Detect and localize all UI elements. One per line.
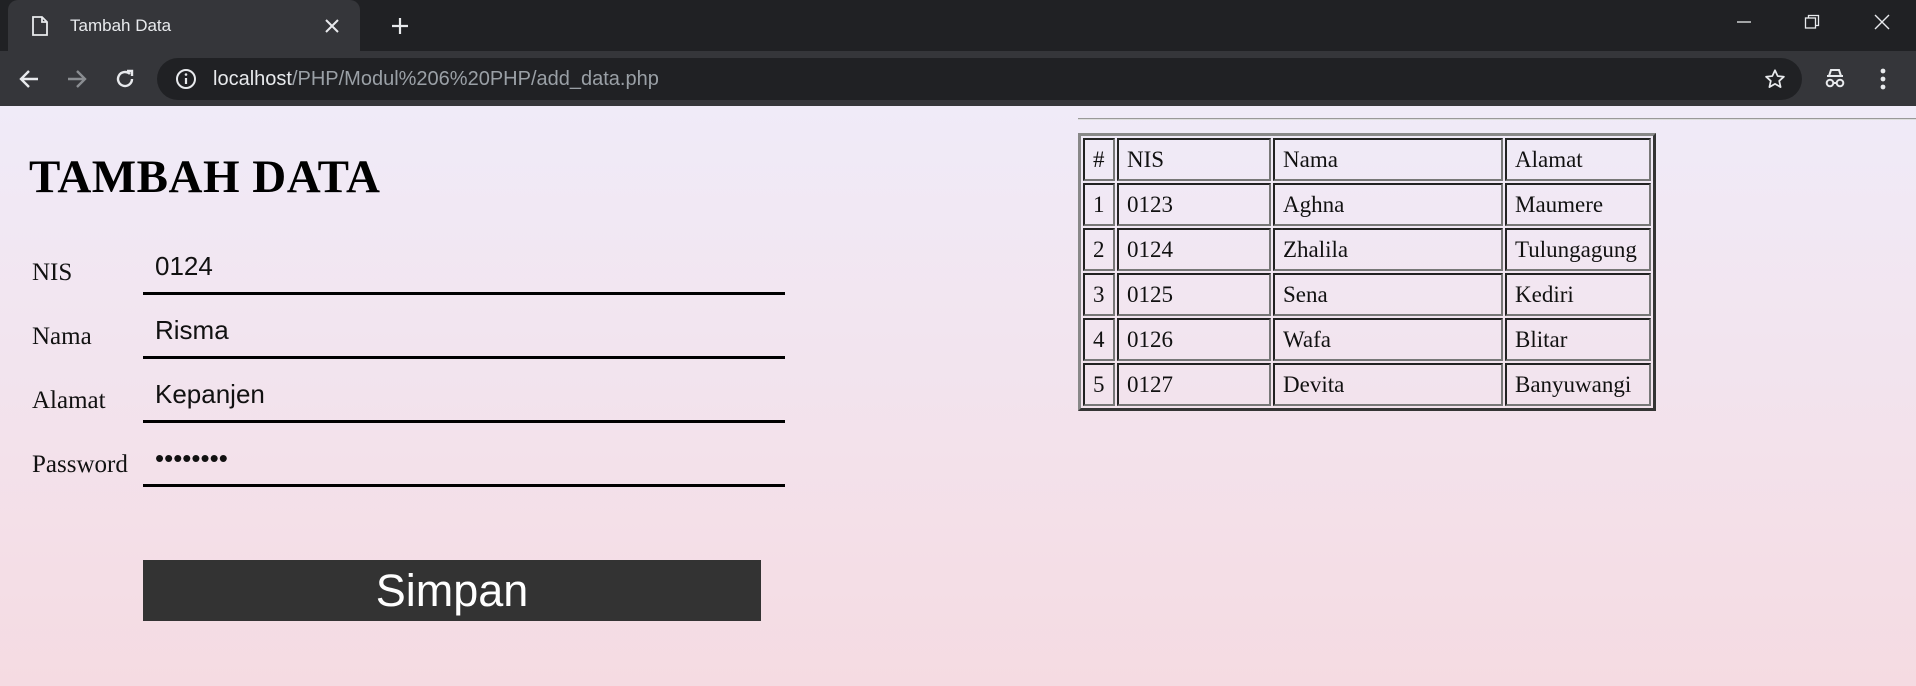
header-cell: # [1083,138,1115,181]
table-cell: 1 [1083,183,1115,226]
table-row: 2 0124 Zhalila Tulungagung [1083,228,1651,271]
page-content: TAMBAH DATA NIS Nama Alamat Password Sim… [0,106,1916,686]
document-icon [30,15,50,37]
restore-icon[interactable] [1782,0,1842,44]
table-cell: 0124 [1117,228,1271,271]
minimize-icon[interactable] [1714,0,1774,44]
table-cell: 4 [1083,318,1115,361]
table-row: 4 0126 Wafa Blitar [1083,318,1651,361]
table-row: 5 0127 Devita Banyuwangi [1083,363,1651,406]
header-cell: Nama [1273,138,1503,181]
back-icon[interactable] [14,64,44,94]
forward-icon[interactable] [62,64,92,94]
simpan-button[interactable]: Simpan [143,560,761,621]
address-bar[interactable]: localhost/PHP/Modul%206%20PHP/add_data.p… [157,58,1802,100]
browser-toolbar: localhost/PHP/Modul%206%20PHP/add_data.p… [0,51,1916,106]
nis-input[interactable] [143,241,785,295]
url-text: localhost/PHP/Modul%206%20PHP/add_data.p… [213,68,659,91]
nama-input[interactable] [143,305,785,359]
alamat-label: Alamat [32,387,106,414]
header-cell: NIS [1117,138,1271,181]
table-cell: Sena [1273,273,1503,316]
close-window-icon[interactable] [1852,0,1912,44]
info-icon[interactable] [173,66,199,92]
table-cell: 5 [1083,363,1115,406]
table-cell: Maumere [1505,183,1651,226]
table-cell: Zhalila [1273,228,1503,271]
table-cell: 3 [1083,273,1115,316]
nama-label: Nama [32,323,92,350]
table-cell: Devita [1273,363,1503,406]
horizontal-rule [1078,118,1916,120]
url-path: /PHP/Modul%206%20PHP/add_data.php [291,67,659,90]
nis-label: NIS [32,259,73,286]
incognito-icon[interactable] [1820,64,1850,94]
url-host: localhost [213,67,292,90]
nama-row: Nama [32,305,792,369]
browser-tab[interactable]: Tambah Data [8,0,360,51]
table-cell: 2 [1083,228,1115,271]
table-cell: Kediri [1505,273,1651,316]
header-cell: Alamat [1505,138,1651,181]
table-cell: Blitar [1505,318,1651,361]
table-cell: 0127 [1117,363,1271,406]
table-row: 3 0125 Sena Kediri [1083,273,1651,316]
nis-row: NIS [32,241,792,305]
table-cell: Wafa [1273,318,1503,361]
table-cell: Banyuwangi [1505,363,1651,406]
tab-strip: Tambah Data [0,0,1916,51]
menu-kebab-icon[interactable] [1868,64,1898,94]
table-cell: Aghna [1273,183,1503,226]
table-cell: 0125 [1117,273,1271,316]
alamat-row: Alamat [32,369,792,433]
password-input[interactable] [143,433,785,487]
bookmark-star-icon[interactable] [1762,66,1788,92]
table-cell: 0126 [1117,318,1271,361]
table-cell: 0123 [1117,183,1271,226]
table-cell: Tulungagung [1505,228,1651,271]
alamat-input[interactable] [143,369,785,423]
new-tab-icon[interactable] [386,12,414,40]
reload-icon[interactable] [110,64,140,94]
page-title: TAMBAH DATA [29,151,381,203]
data-table: # NIS Nama Alamat 1 0123 Aghna Maumere 2… [1078,133,1656,411]
close-tab-icon[interactable] [320,14,344,38]
password-label: Password [32,451,128,478]
table-row: 1 0123 Aghna Maumere [1083,183,1651,226]
table-header-row: # NIS Nama Alamat [1083,138,1651,181]
tab-title: Tambah Data [70,15,172,35]
password-row: Password [32,433,792,497]
